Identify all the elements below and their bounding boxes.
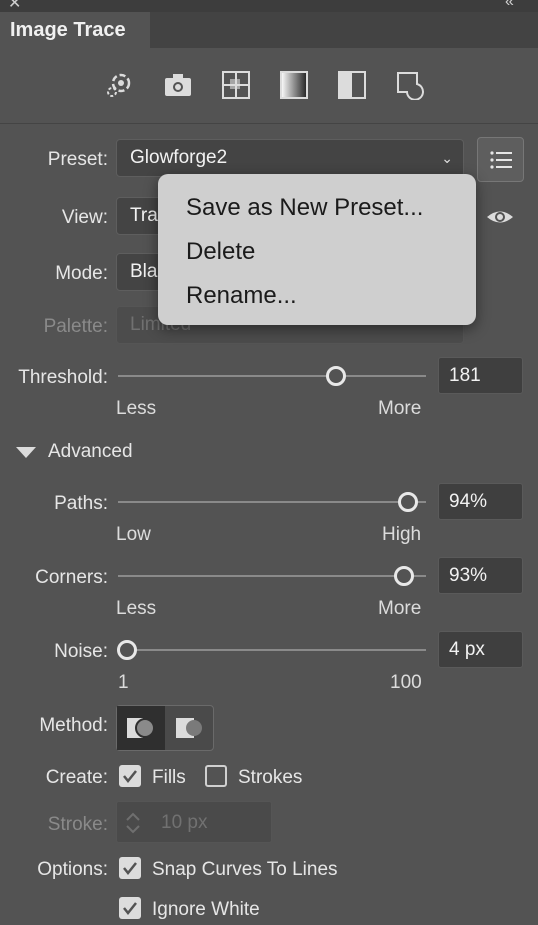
black-white-icon[interactable]: [337, 70, 367, 100]
preset-value: Glowforge2: [130, 147, 228, 168]
strokes-label: Strokes: [238, 767, 303, 788]
paths-slider-track[interactable]: [118, 501, 426, 503]
overlapping-method-icon: [176, 718, 202, 738]
paths-label: Paths:: [54, 493, 108, 514]
view-label: View:: [61, 207, 108, 228]
noise-slider-knob[interactable]: [117, 640, 138, 660]
threshold-max-label: More: [378, 398, 422, 419]
strokes-checkbox[interactable]: [205, 765, 227, 787]
view-value: Tra: [130, 205, 158, 226]
paths-value-field[interactable]: 94%: [438, 483, 523, 520]
advanced-section-toggle[interactable]: Advanced: [48, 441, 133, 463]
auto-color-icon[interactable]: [104, 70, 134, 100]
options-label: Options:: [37, 859, 108, 880]
eye-icon[interactable]: [485, 204, 515, 230]
menu-item-delete[interactable]: Delete: [186, 238, 255, 266]
panel-top-strip: [0, 0, 538, 12]
threshold-slider-track[interactable]: [118, 375, 426, 377]
noise-max-label: 100: [390, 672, 422, 693]
checkmark-icon: [123, 902, 137, 916]
toolbar-divider: [0, 123, 538, 124]
preset-context-menu: Save as New Preset... Delete Rename...: [158, 174, 476, 325]
corners-slider-knob[interactable]: [394, 566, 415, 586]
noise-value-field[interactable]: 4 px: [438, 631, 523, 668]
noise-min-label: 1: [118, 672, 129, 693]
ignore-white-checkbox[interactable]: [119, 897, 141, 919]
collapse-panel-icon[interactable]: «: [505, 0, 514, 11]
corners-value-field[interactable]: 93%: [438, 557, 523, 594]
chevron-down-icon: ⌄: [441, 150, 453, 166]
checkmark-icon: [123, 862, 137, 876]
fills-label: Fills: [152, 767, 186, 788]
noise-label: Noise:: [54, 641, 108, 662]
method-label: Method:: [39, 715, 108, 736]
stroke-value: 10 px: [161, 812, 208, 833]
mode-label: Mode:: [55, 263, 108, 284]
corners-min-label: Less: [116, 598, 157, 619]
stepper-arrows-icon: [126, 812, 140, 834]
threshold-label: Threshold:: [18, 367, 108, 388]
threshold-min-label: Less: [116, 398, 157, 419]
list-icon: [490, 151, 512, 169]
corners-label: Corners:: [35, 567, 108, 588]
preset-dropdown[interactable]: Glowforge2 ⌄: [116, 139, 464, 177]
corners-max-label: More: [378, 598, 422, 619]
palette-label: Palette:: [43, 316, 108, 337]
snap-curves-checkbox[interactable]: [119, 857, 141, 879]
corners-slider-track[interactable]: [118, 575, 426, 577]
noise-slider-track[interactable]: [118, 649, 426, 651]
snap-curves-label: Snap Curves To Lines: [152, 859, 338, 880]
grayscale-icon[interactable]: [279, 70, 309, 100]
create-label: Create:: [45, 767, 108, 788]
method-abutting-button[interactable]: [117, 706, 165, 750]
paths-min-label: Low: [116, 524, 151, 545]
low-color-icon[interactable]: [221, 70, 251, 100]
threshold-value-field[interactable]: 181: [438, 357, 523, 394]
disclosure-triangle-icon[interactable]: [16, 447, 36, 459]
outline-icon[interactable]: [395, 70, 425, 100]
abutting-method-icon: [127, 718, 155, 738]
menu-item-rename[interactable]: Rename...: [186, 282, 297, 310]
paths-max-label: High: [382, 524, 422, 545]
stroke-label: Stroke:: [47, 814, 108, 835]
mode-value: Bla: [130, 261, 158, 282]
fills-checkbox[interactable]: [119, 765, 141, 787]
preset-label: Preset:: [47, 149, 108, 170]
preset-menu-button[interactable]: [477, 137, 524, 182]
stroke-stepper: 10 px: [116, 801, 272, 843]
threshold-slider-knob[interactable]: [326, 366, 347, 386]
high-color-icon[interactable]: [163, 70, 193, 100]
ignore-white-label: Ignore White: [152, 899, 260, 920]
method-overlapping-button[interactable]: [166, 706, 213, 750]
tab-image-trace[interactable]: Image Trace: [0, 12, 150, 48]
menu-item-save-as-new-preset[interactable]: Save as New Preset...: [186, 194, 423, 222]
paths-slider-knob[interactable]: [397, 492, 418, 512]
checkmark-icon: [123, 770, 137, 784]
